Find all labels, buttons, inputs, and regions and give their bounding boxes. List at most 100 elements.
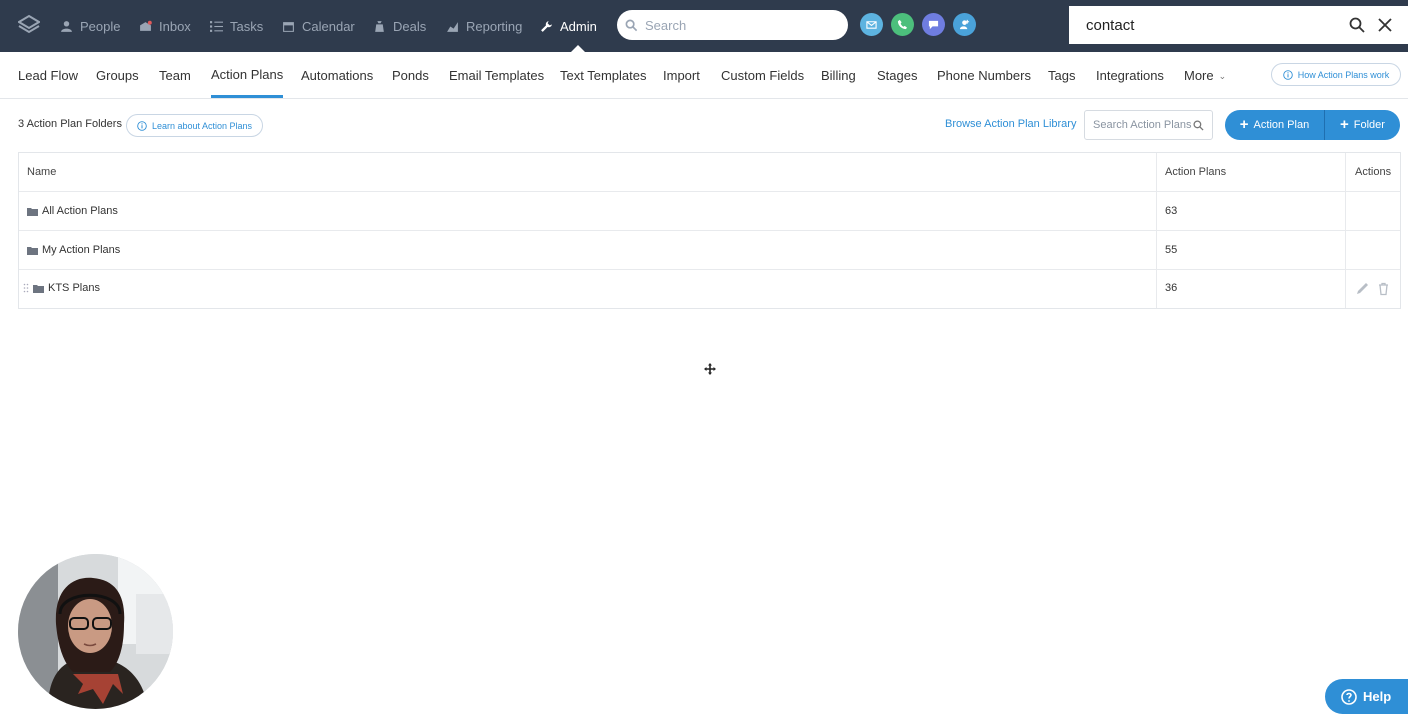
nav-tasks-label: Tasks [230,18,264,34]
action-plan-search-input[interactable] [1093,119,1193,131]
subnav-text-templates[interactable]: Text Templates [560,52,646,99]
help-button[interactable]: Help [1325,679,1408,714]
subnav-label: Lead Flow [18,68,78,83]
nav-deals-label: Deals [393,18,427,34]
create-button-group: + Action Plan + Folder [1225,110,1400,140]
webcam-person-image [18,554,173,709]
folder-name-cell[interactable]: KTS Plans [23,269,100,307]
chat-quick-button[interactable] [922,13,945,36]
info-icon [137,120,147,131]
subnav-email-templates[interactable]: Email Templates [449,52,544,99]
subnav-billing[interactable]: Billing [821,52,856,99]
phone-icon [897,19,908,30]
subnav-label: Groups [96,68,139,83]
subnav-tags[interactable]: Tags [1048,52,1075,99]
header-name[interactable]: Name [27,153,56,191]
help-label: Help [1363,689,1392,704]
subnav-automations[interactable]: Automations [301,52,373,99]
folder-count-label: 3 Action Plan Folders [18,118,122,130]
subnav-label: Integrations [1096,68,1164,83]
table-row[interactable]: All Action Plans 63 [19,192,1400,231]
subnav-integrations[interactable]: Integrations [1096,52,1164,99]
calendar-icon [283,21,294,32]
edit-pencil-icon[interactable] [1355,281,1370,296]
close-icon [1378,18,1392,32]
nav-reporting-label: Reporting [466,18,523,34]
subnav-import[interactable]: Import [663,52,700,99]
table-row[interactable]: My Action Plans 55 [19,231,1400,270]
subnav-label: More [1184,68,1214,83]
nav-people[interactable]: People [60,0,120,52]
learn-about-action-plans-link[interactable]: Learn about Action Plans [126,114,263,137]
header-actions: Actions [1355,166,1392,178]
table-row[interactable]: KTS Plans 36 [19,269,1400,308]
add-folder-button[interactable]: + Folder [1324,110,1400,140]
top-navigation-bar: People Inbox Tasks Calendar Deals Report… [0,0,1408,52]
search-icon [625,19,638,31]
nav-admin[interactable]: Admin [540,0,597,52]
table-header-row: Name Action Plans Actions [19,153,1400,192]
header-action-plans[interactable]: Action Plans [1165,153,1226,191]
action-plan-search-field[interactable] [1084,110,1213,140]
subnav-more[interactable]: More ⌄ [1184,52,1226,99]
folder-name-cell[interactable]: My Action Plans [27,231,120,269]
phone-quick-button[interactable] [891,13,914,36]
learn-link-label: Learn about Action Plans [151,120,253,131]
folder-name: KTS Plans [48,282,100,294]
subnav-label: Ponds [392,68,429,83]
subnav-label: Billing [821,68,856,83]
nav-reporting[interactable]: Reporting [446,0,522,52]
subnav-label: Tags [1048,68,1076,83]
command-search-button[interactable] [1344,12,1370,38]
how-action-plans-work-link[interactable]: How Action Plans work [1271,63,1401,86]
add-person-quick-button[interactable] [953,13,976,36]
browse-library-link[interactable]: Browse Action Plan Library [945,118,1076,130]
command-search-box[interactable]: contact [1069,6,1408,44]
subnav-groups[interactable]: Groups [96,52,139,99]
email-quick-button[interactable] [860,13,883,36]
deals-icon [375,20,384,32]
folder-icon [33,284,44,293]
chevron-down-icon: ⌄ [1218,71,1227,81]
subnav-stages[interactable]: Stages [877,52,917,99]
subnav-lead-flow[interactable]: Lead Flow [18,52,78,99]
subnav-phone-numbers[interactable]: Phone Numbers [937,52,1031,99]
nav-calendar[interactable]: Calendar [282,0,355,52]
command-close-button[interactable] [1372,12,1398,38]
nav-inbox-label: Inbox [159,18,191,34]
subnav-label: Import [663,68,700,83]
webcam-overlay [18,554,173,709]
plus-icon: + [1340,116,1349,133]
folder-icon [27,207,38,216]
plan-count: 55 [1165,244,1178,256]
subnav-team[interactable]: Team [159,52,191,99]
person-icon [61,20,72,32]
nav-admin-label: Admin [560,18,597,34]
how-link-label: How Action Plans work [1297,69,1390,80]
global-search-input[interactable] [645,17,825,33]
command-search-value[interactable]: contact [1086,17,1344,34]
nav-inbox[interactable]: Inbox [139,0,191,52]
chat-icon [928,20,939,30]
info-icon [1282,69,1293,80]
drag-handle-icon[interactable] [23,283,29,293]
subnav-action-plans[interactable]: Action Plans [211,52,284,98]
subnav-label: Phone Numbers [937,68,1031,83]
search-icon [1349,17,1365,33]
trash-icon[interactable] [1376,281,1391,296]
global-search-field[interactable] [617,10,848,40]
subnav-label: Action Plans [211,67,284,82]
nav-tasks[interactable]: Tasks [210,0,263,52]
subnav-label: Automations [301,68,374,83]
wrench-icon [541,20,552,32]
add-action-plan-label: Action Plan [1253,119,1310,131]
nav-deals[interactable]: Deals [373,0,426,52]
nav-calendar-label: Calendar [302,18,355,34]
folder-name-cell[interactable]: All Action Plans [27,192,118,230]
subnav-custom-fields[interactable]: Custom Fields [721,52,804,99]
add-action-plan-button[interactable]: + Action Plan [1225,110,1324,140]
subnav-ponds[interactable]: Ponds [392,52,429,99]
app-logo-icon[interactable] [18,14,40,36]
row-actions [1355,269,1391,307]
subnav-label: Custom Fields [721,68,805,83]
